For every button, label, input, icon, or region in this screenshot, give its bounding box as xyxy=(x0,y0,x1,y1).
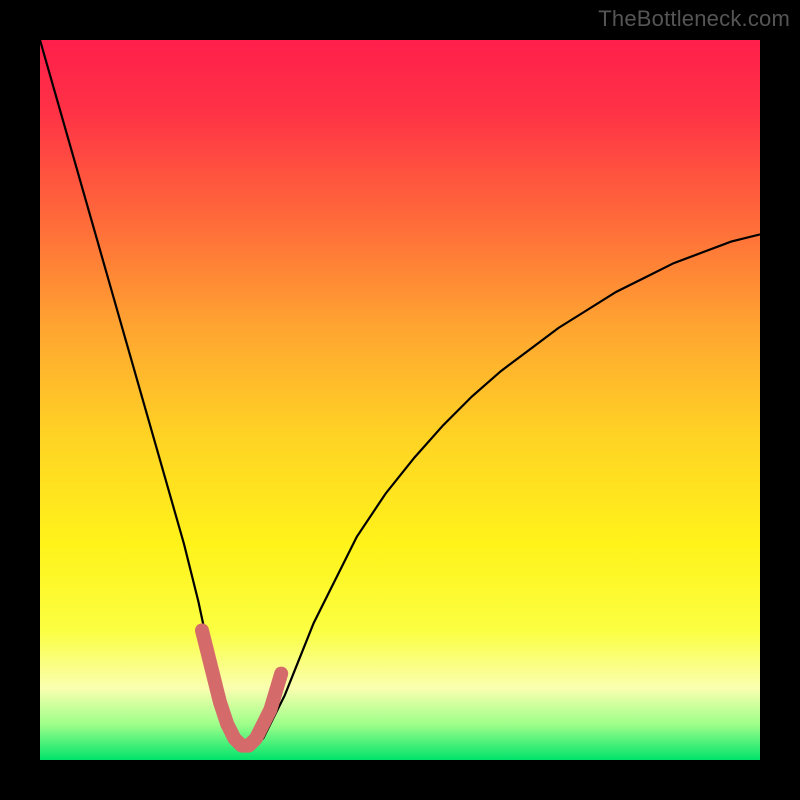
chart-frame: TheBottleneck.com xyxy=(0,0,800,800)
chart-plot xyxy=(40,40,760,760)
watermark-text: TheBottleneck.com xyxy=(598,6,790,32)
plot-background xyxy=(40,40,760,760)
chart-svg xyxy=(40,40,760,760)
